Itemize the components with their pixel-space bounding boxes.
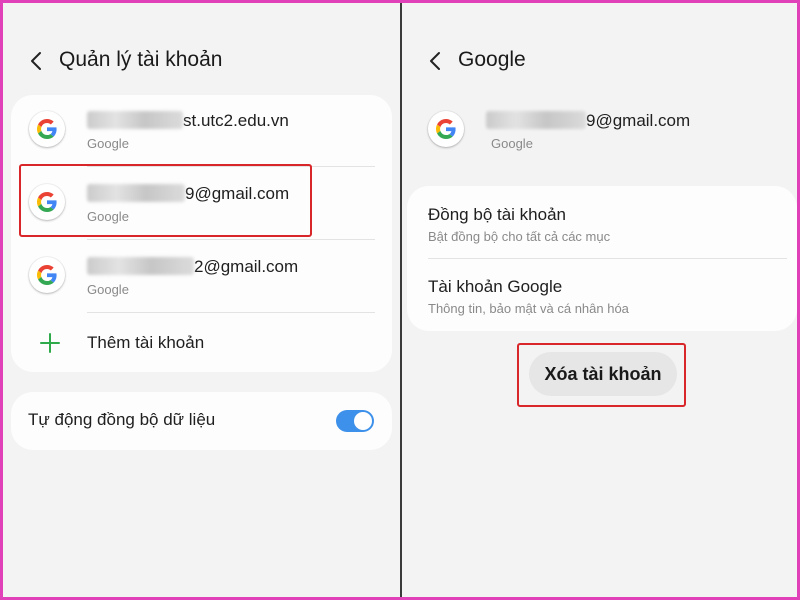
account-provider: Google [87, 282, 129, 297]
menu-item-subtitle: Bật đồng bộ cho tất cả các mục [428, 229, 611, 244]
sync-account-item[interactable]: Đồng bộ tài khoản Bật đồng bộ cho tất cả… [407, 186, 797, 259]
account-email: st.utc2.edu.vn [87, 111, 289, 131]
google-icon [428, 111, 464, 147]
toggle-knob [354, 412, 372, 430]
google-icon [29, 257, 65, 293]
google-account-item[interactable]: Tài khoản Google Thông tin, bảo mật và c… [407, 259, 797, 331]
menu-item-subtitle: Thông tin, bảo mật và cá nhân hóa [428, 301, 629, 316]
redacted-email [486, 111, 586, 129]
screenshot-frame: Quản lý tài khoản st.utc2.edu.vn Google [0, 0, 800, 600]
header: Quản lý tài khoản [3, 43, 400, 81]
page-title: Quản lý tài khoản [59, 48, 223, 71]
back-arrow-icon[interactable] [422, 45, 450, 77]
add-account-label: Thêm tài khoản [87, 333, 205, 352]
account-row[interactable]: st.utc2.edu.vn Google [11, 95, 392, 167]
google-icon [29, 111, 65, 147]
page-title: Google [458, 48, 526, 71]
menu-item-title: Đồng bộ tài khoản [428, 205, 566, 224]
header: Google [402, 43, 797, 81]
account-manager-screen: Quản lý tài khoản st.utc2.edu.vn Google [3, 3, 400, 597]
menu-item-title: Tài khoản Google [428, 277, 563, 296]
auto-sync-label: Tự động đồng bộ dữ liệu [28, 410, 216, 429]
back-arrow-icon[interactable] [23, 45, 51, 77]
account-provider: Google [491, 136, 533, 151]
add-account-row[interactable]: Thêm tài khoản [11, 313, 392, 372]
account-provider: Google [87, 136, 129, 151]
account-row[interactable]: 2@gmail.com Google [11, 240, 392, 313]
highlight-box [19, 164, 312, 237]
google-account-screen: Google 9@gmail.com Google Đồng bộ tài kh… [402, 3, 797, 597]
auto-sync-toggle[interactable] [336, 410, 374, 432]
plus-icon [39, 332, 61, 359]
redacted-email [87, 111, 183, 129]
account-email: 9@gmail.com [486, 111, 690, 131]
auto-sync-card: Tự động đồng bộ dữ liệu [11, 392, 392, 450]
highlight-box [517, 343, 686, 407]
redacted-email [87, 257, 194, 275]
account-email: 2@gmail.com [87, 257, 298, 277]
account-options-card: Đồng bộ tài khoản Bật đồng bộ cho tất cả… [407, 186, 797, 331]
